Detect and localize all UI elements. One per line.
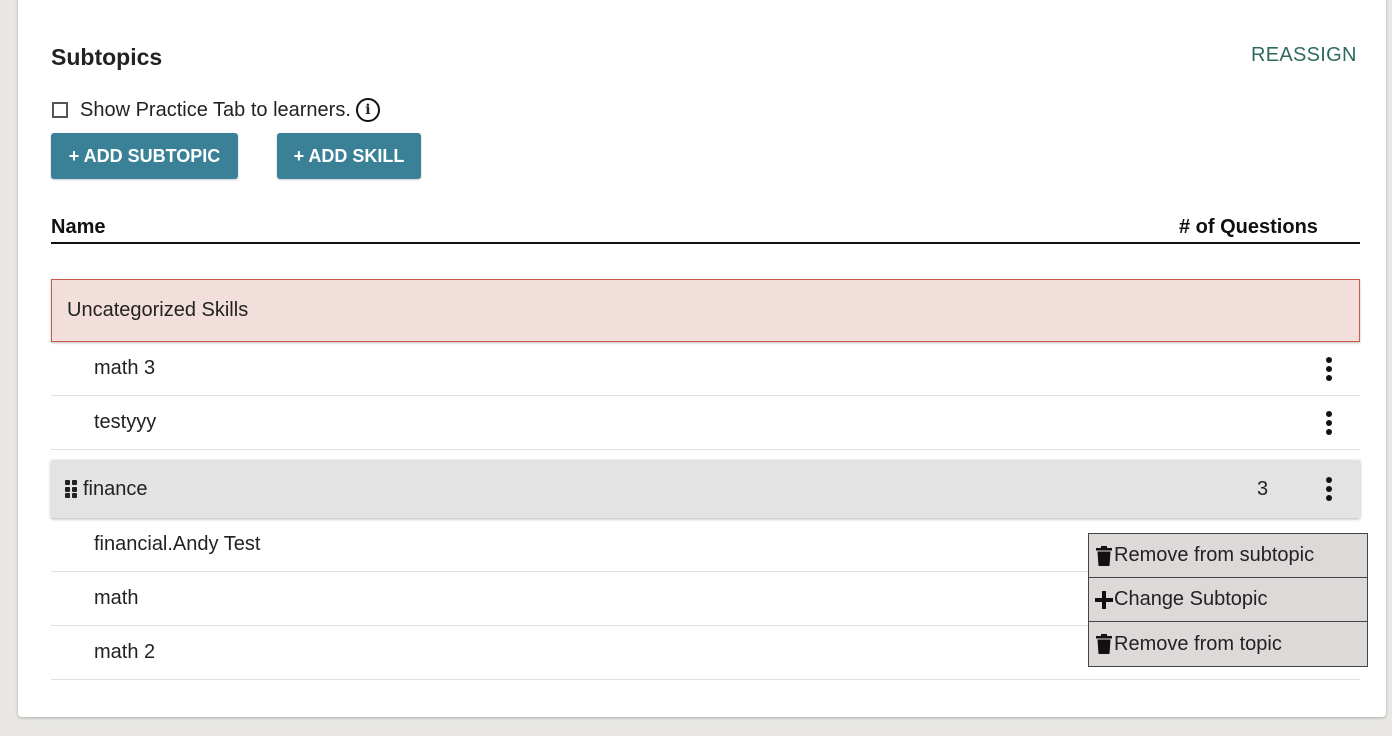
skill-name: testyyy: [94, 411, 157, 433]
column-header-questions: # of Questions: [1179, 216, 1318, 238]
menu-item-change-subtopic[interactable]: Change Subtopic: [1089, 578, 1367, 622]
skill-name: math: [94, 587, 139, 609]
subtopics-card: Subtopics REASSIGN Show Practice Tab to …: [18, 0, 1386, 717]
menu-item-remove-from-subtopic[interactable]: Remove from subtopic: [1089, 534, 1367, 578]
more-options-icon[interactable]: [1325, 410, 1333, 435]
column-header-name: Name: [51, 216, 106, 238]
skill-name: financial.Andy Test: [94, 533, 261, 555]
more-options-icon[interactable]: [1325, 477, 1333, 501]
drag-handle-icon[interactable]: [65, 480, 77, 498]
uncategorized-skills-header: Uncategorized Skills: [51, 279, 1360, 342]
menu-item-remove-from-topic[interactable]: Remove from topic: [1089, 622, 1367, 666]
skill-name: math 3: [94, 357, 156, 379]
skill-row[interactable]: math 3: [51, 342, 1360, 396]
plus-icon: [1095, 589, 1113, 611]
practice-tab-checkbox[interactable]: [52, 102, 68, 118]
menu-item-label: Remove from topic: [1114, 632, 1282, 655]
trash-icon: [1095, 545, 1113, 567]
question-count: 3: [1257, 477, 1269, 500]
subtopic-name: finance: [83, 477, 148, 500]
reassign-link[interactable]: REASSIGN: [1251, 44, 1357, 67]
header-divider: [51, 242, 1360, 244]
add-subtopic-button[interactable]: + ADD SUBTOPIC: [51, 133, 238, 179]
menu-item-label: Change Subtopic: [1114, 588, 1268, 610]
page-title: Subtopics: [51, 44, 163, 70]
add-skill-button[interactable]: + ADD SKILL: [277, 133, 421, 179]
menu-item-label: Remove from subtopic: [1114, 544, 1315, 566]
skill-name: math 2: [94, 641, 156, 663]
trash-icon: [1095, 633, 1113, 655]
practice-tab-label: Show Practice Tab to learners.: [80, 98, 351, 121]
more-options-icon[interactable]: [1325, 356, 1333, 381]
info-icon[interactable]: i: [355, 98, 380, 122]
practice-tab-option: Show Practice Tab to learners. i: [52, 98, 380, 122]
skill-row[interactable]: testyyy: [51, 396, 1360, 450]
skill-context-menu: Remove from subtopic Change Subtopic Rem…: [1088, 533, 1368, 667]
subtopic-row-finance[interactable]: finance 3: [51, 460, 1360, 518]
